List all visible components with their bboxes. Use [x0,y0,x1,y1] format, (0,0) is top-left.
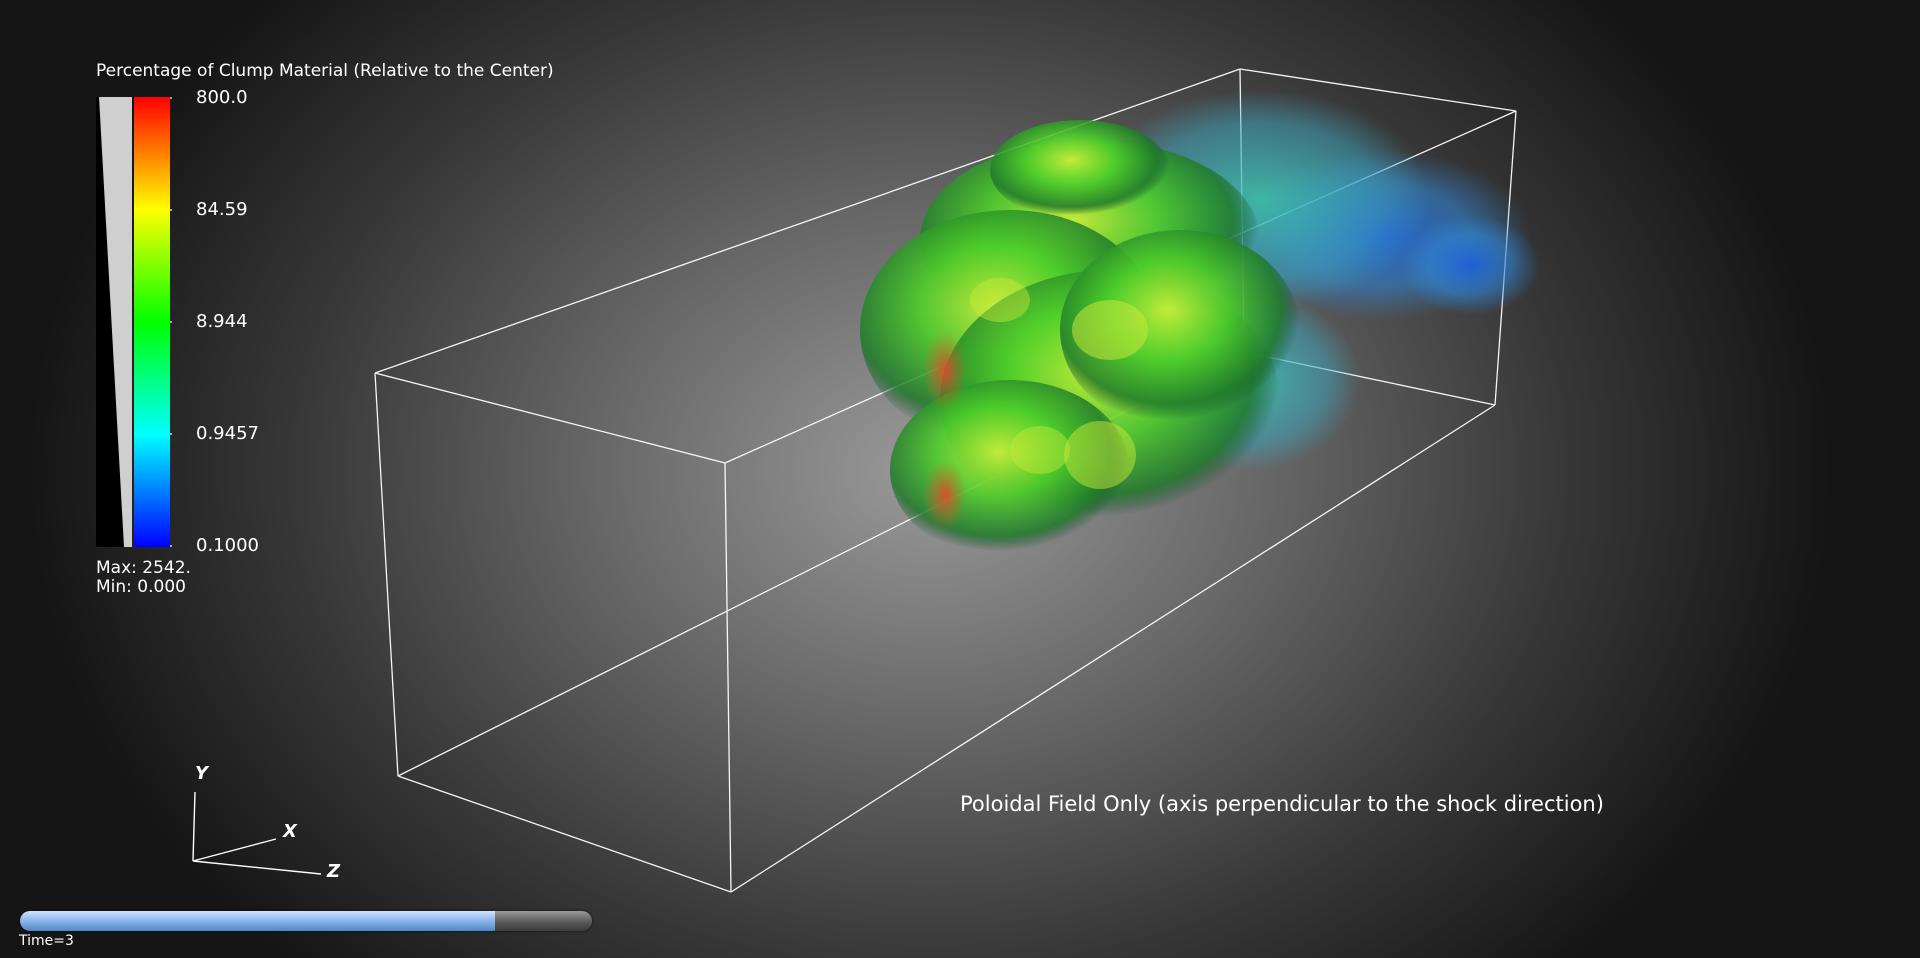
axis-label-z: Z [327,861,341,882]
axis-label-x: X [283,821,297,842]
axes-triad [192,791,322,875]
legend-tick-label: 8.944 [196,311,248,332]
axis-label-y: Y [195,763,209,784]
colormap-strip [134,97,170,547]
legend-tick-label: 800.0 [196,87,248,108]
scene-caption: Poloidal Field Only (axis perpendicular … [960,792,1604,816]
render-viewport[interactable]: Percentage of Clump Material (Relative t… [0,0,1920,958]
time-slider-fill [20,911,495,931]
legend-title: Percentage of Clump Material (Relative t… [96,61,554,81]
legend-tick-label: 84.59 [196,199,248,220]
time-slider[interactable] [20,911,592,931]
legend-max: Max: 2542. [96,558,191,578]
color-legend-bar [96,97,172,547]
legend-tick-label: 0.1000 [196,535,259,556]
time-label: Time=3 [19,933,74,949]
legend-min: Min: 0.000 [96,577,186,597]
legend-tick-label: 0.9457 [196,423,259,444]
clump-volume-render [860,90,1540,560]
